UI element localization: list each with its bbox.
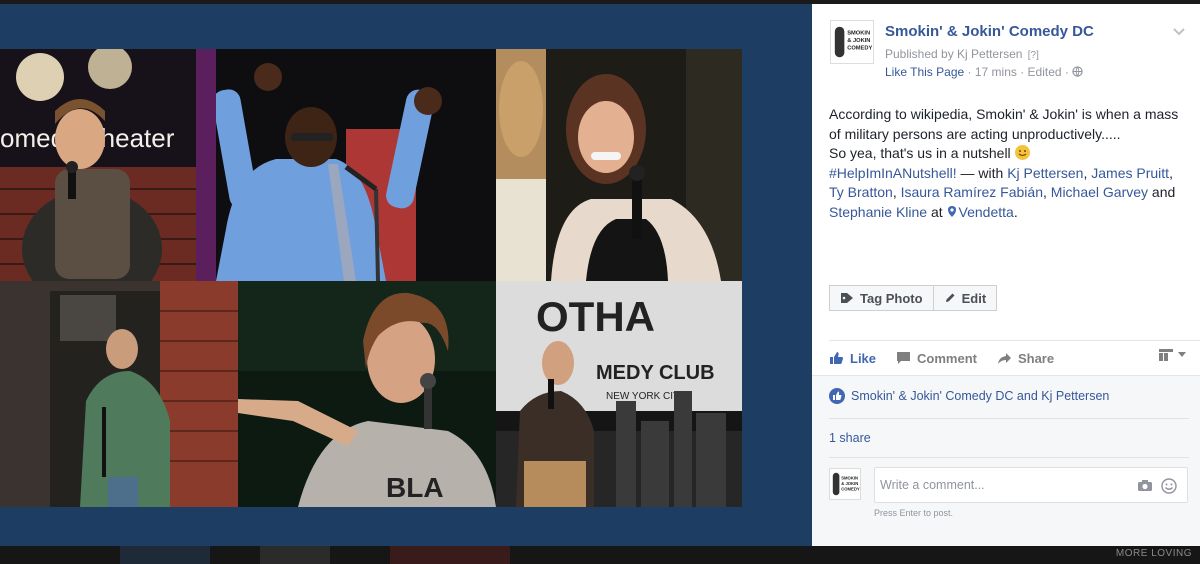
and-text: and: [1148, 184, 1176, 200]
post-actions-bar: Like Comment Share: [829, 348, 1054, 368]
comma: ,: [1043, 184, 1051, 200]
commenter-avatar: SMOKIN & JOKIN COMEDY: [829, 468, 861, 500]
view-as-selector[interactable]: [1158, 348, 1186, 362]
hashtag-link[interactable]: #HelpImInANutshell!: [829, 165, 957, 181]
divider: [829, 457, 1189, 458]
thumbnail[interactable]: [120, 546, 210, 564]
comment-input[interactable]: [875, 468, 1115, 502]
post-meta: Like This Page · 17 mins · Edited ·: [885, 65, 1083, 79]
photo-viewer: omedy Theater BLA OTHA MEDY CLUB NEW YOR…: [0, 0, 1200, 564]
comment-label: Comment: [917, 350, 977, 366]
comma: ,: [892, 184, 901, 200]
tagged-person-link[interactable]: Ty Bratton: [829, 184, 893, 200]
comma: ,: [1169, 164, 1173, 181]
svg-text:& JOKIN: & JOKIN: [847, 38, 870, 44]
engagement-panel: Smokin' & Jokin' Comedy DC and Kj Petter…: [812, 375, 1200, 546]
photo-tile-5: BLA: [238, 281, 496, 507]
comment-button[interactable]: Comment: [896, 348, 977, 368]
tag-photo-label: Tag Photo: [860, 290, 923, 306]
globe-icon[interactable]: [1072, 66, 1083, 77]
tag-photo-button[interactable]: Tag Photo: [829, 285, 934, 311]
at-text: at: [927, 203, 947, 220]
photo-collage[interactable]: omedy Theater BLA OTHA MEDY CLUB NEW YOR…: [0, 49, 742, 507]
post-line-2-text: So yea, that's us in a nutshell: [829, 145, 1015, 161]
photo-tile-4: [0, 281, 238, 507]
chevron-down-icon: [1178, 352, 1186, 357]
post-line-2: So yea, that's us in a nutshell: [829, 144, 1189, 164]
post-line-1: According to wikipedia, Smokin' & Jokin'…: [829, 106, 1179, 142]
tagged-person-link[interactable]: Isaura Ramírez Fabián: [901, 184, 1043, 200]
like-label: Like: [850, 350, 877, 366]
photo-tile-1: omedy Theater: [0, 49, 216, 281]
post-time[interactable]: 17 mins: [975, 65, 1017, 79]
shares-count-link[interactable]: 1 share: [829, 431, 871, 445]
period: .: [1013, 203, 1018, 220]
view-as-icon: [1159, 349, 1173, 361]
club-sign-top-text: OTHA: [536, 293, 655, 340]
svg-text:COMEDY: COMEDY: [847, 46, 872, 52]
share-label: Share: [1017, 350, 1055, 366]
edit-label: Edit: [961, 290, 987, 306]
with-text: — with: [956, 164, 1008, 181]
page-name-link[interactable]: Smokin' & Jokin' Comedy DC: [885, 23, 1094, 40]
like-button[interactable]: Like: [829, 348, 876, 368]
tag-icon: [841, 293, 853, 303]
post-sidebar: SMOKIN & JOKIN COMEDY Smokin' & Jokin' C…: [812, 4, 1200, 546]
photo-actions: Tag Photo Edit: [829, 285, 998, 311]
published-by-text: Published by Kj Pettersen: [885, 47, 1023, 61]
svg-text:SMOKIN: SMOKIN: [847, 30, 870, 36]
likers-summary[interactable]: Smokin' & Jokin' Comedy DC and Kj Petter…: [829, 388, 1109, 404]
photo-tile-6: OTHA MEDY CLUB NEW YORK CITY: [496, 281, 742, 507]
camera-icon[interactable]: [1137, 479, 1153, 492]
post-line-3: #HelpImInANutshell! — with Kj Pettersen,…: [829, 164, 1189, 223]
location-pin-icon: [947, 205, 956, 217]
likers-text: Smokin' & Jokin' Comedy DC and Kj Petter…: [851, 389, 1110, 403]
svg-text:COMEDY: COMEDY: [841, 487, 860, 492]
share-arrow-icon: [997, 352, 1011, 364]
help-marker[interactable]: [?]: [1028, 50, 1039, 61]
like-this-page-link[interactable]: Like This Page: [885, 65, 964, 79]
chevron-down-icon[interactable]: [1172, 26, 1186, 36]
meta-separator: ·: [1061, 65, 1073, 79]
place-link[interactable]: Vendetta: [959, 204, 1014, 220]
smiley-emoji-icon: [1014, 145, 1030, 160]
photo-tile-2: [216, 49, 496, 281]
divider: [829, 418, 1189, 419]
meta-separator: ·: [1016, 65, 1028, 79]
edit-button[interactable]: Edit: [933, 285, 998, 311]
thumbnail[interactable]: [260, 546, 330, 564]
more-link[interactable]: MORE LOVING: [1116, 548, 1192, 559]
like-badge-icon: [829, 388, 845, 404]
svg-text:SMOKIN: SMOKIN: [841, 475, 858, 480]
shirt-text: BLA: [386, 472, 444, 503]
thumbs-up-icon: [830, 352, 843, 364]
tagged-person-link[interactable]: Stephanie Kline: [829, 204, 927, 220]
published-by: Published by Kj Pettersen [?]: [885, 47, 1039, 61]
tagged-person-link[interactable]: Kj Pettersen: [1007, 165, 1083, 181]
photo-stage[interactable]: omedy Theater BLA OTHA MEDY CLUB NEW YOR…: [0, 4, 812, 546]
comment-box: [874, 467, 1188, 503]
tagged-person-link[interactable]: James Pruitt: [1091, 165, 1169, 181]
svg-text:& JOKIN: & JOKIN: [841, 481, 858, 486]
edited-label[interactable]: Edited: [1028, 65, 1062, 79]
comment-icon: [897, 352, 911, 364]
photo-tile-3: [496, 49, 742, 281]
post-message: According to wikipedia, Smokin' & Jokin'…: [829, 105, 1189, 222]
share-button[interactable]: Share: [997, 348, 1054, 368]
emoji-icon[interactable]: [1161, 478, 1177, 494]
page-avatar[interactable]: SMOKIN & JOKIN COMEDY: [830, 20, 874, 64]
club-sign-mid-text: MEDY CLUB: [596, 362, 715, 384]
pencil-icon: [945, 293, 955, 302]
meta-separator: ·: [964, 65, 975, 79]
tagged-person-link[interactable]: Michael Garvey: [1051, 184, 1148, 200]
comment-hint: Press Enter to post.: [874, 508, 954, 518]
divider: [829, 340, 1200, 341]
thumbnail[interactable]: [390, 546, 510, 564]
